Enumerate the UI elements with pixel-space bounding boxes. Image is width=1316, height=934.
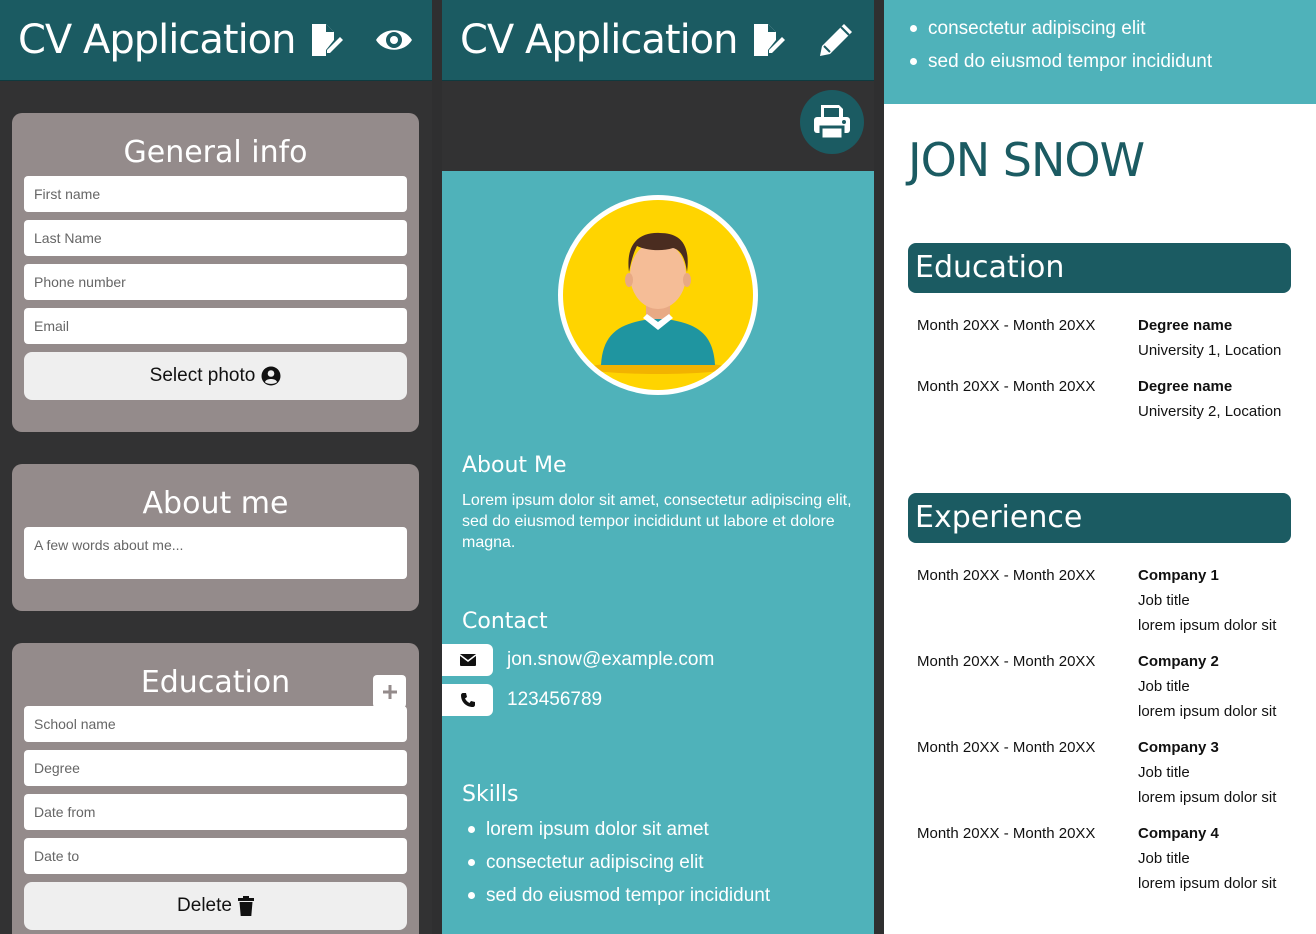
job-description: lorem ipsum dolor sit xyxy=(1138,617,1277,634)
email-field[interactable]: Email xyxy=(24,308,407,344)
phone-icon xyxy=(442,684,493,716)
contact-phone-row: 123456789 xyxy=(442,684,602,716)
file-edit-icon xyxy=(753,24,785,56)
entry-date: Month 20XX - Month 20XX xyxy=(917,567,1096,584)
resume-name: JON SNOW xyxy=(908,133,1145,187)
envelope-icon xyxy=(442,644,493,676)
date-to-field[interactable]: Date to xyxy=(24,838,407,874)
contact-email: jon.snow@example.com xyxy=(507,649,715,670)
avatar xyxy=(558,195,758,395)
skills-list: lorem ipsum dolor sit amet consectetur a… xyxy=(467,813,770,912)
experience-section-header: Experience xyxy=(908,493,1291,543)
first-name-field[interactable]: First name xyxy=(24,176,407,212)
app-title: CV Application xyxy=(18,17,297,63)
user-circle-icon xyxy=(261,366,281,386)
file-edit-icon xyxy=(311,24,343,56)
entry-date: Month 20XX - Month 20XX xyxy=(917,317,1096,334)
top-skills-strip: consectetur adipiscing elit sed do eiusm… xyxy=(884,0,1316,104)
company-name: Company 1 xyxy=(1138,567,1219,584)
about-me-title: About me xyxy=(142,486,289,521)
top-skills-list: consectetur adipiscing elit sed do eiusm… xyxy=(909,12,1212,78)
degree-field[interactable]: Degree xyxy=(24,750,407,786)
company-name: Company 3 xyxy=(1138,739,1219,756)
preview-toolbar xyxy=(442,81,874,171)
delete-education-button[interactable]: Delete xyxy=(24,882,407,930)
job-description: lorem ipsum dolor sit xyxy=(1138,703,1277,720)
education-title: Education xyxy=(140,665,291,700)
skill-item: sed do eiusmod tempor incididunt xyxy=(467,879,770,912)
contact-email-row: jon.snow@example.com xyxy=(442,644,714,676)
job-description: lorem ipsum dolor sit xyxy=(1138,789,1277,806)
pencil-icon[interactable] xyxy=(816,20,856,60)
entry-date: Month 20XX - Month 20XX xyxy=(917,739,1096,756)
general-info-card: General info First name Last Name Phone … xyxy=(12,113,419,432)
person-avatar-icon xyxy=(588,232,728,374)
plus-icon xyxy=(382,684,397,699)
school-name-field[interactable]: School name xyxy=(24,706,407,742)
skills-heading: Skills xyxy=(462,782,519,807)
company-name: Company 2 xyxy=(1138,653,1219,670)
delete-label: Delete xyxy=(177,895,232,916)
skill-item: consectetur adipiscing elit xyxy=(467,846,770,879)
trash-icon xyxy=(237,896,254,916)
entry-date: Month 20XX - Month 20XX xyxy=(917,378,1096,395)
skill-item: consectetur adipiscing elit xyxy=(909,12,1212,45)
degree-name: Degree name xyxy=(1138,378,1233,395)
phone-field[interactable]: Phone number xyxy=(24,264,407,300)
skill-item: lorem ipsum dolor sit amet xyxy=(467,813,770,846)
select-photo-label: Select photo xyxy=(149,365,256,386)
about-me-text: Lorem ipsum dolor sit amet, consectetur … xyxy=(462,492,852,551)
preview-header: CV Application xyxy=(442,0,874,81)
select-photo-button[interactable]: Select photo xyxy=(24,352,407,400)
cv-sidebar: About Me Lorem ipsum dolor sit amet, con… xyxy=(442,171,874,934)
education-section-header: Education xyxy=(908,243,1291,293)
app-header: CV Application xyxy=(0,0,432,81)
contact-phone: 123456789 xyxy=(507,689,603,710)
add-education-button[interactable] xyxy=(373,675,406,708)
about-me-card: About me A few words about me... xyxy=(12,464,419,611)
job-description: lorem ipsum dolor sit xyxy=(1138,875,1277,892)
about-me-heading: About Me xyxy=(462,453,567,478)
preview-app-title: CV Application xyxy=(460,17,739,63)
resume-panel: consectetur adipiscing elit sed do eiusm… xyxy=(884,0,1316,934)
school-location: University 2, Location xyxy=(1138,403,1282,420)
job-title: Job title xyxy=(1138,850,1190,867)
last-name-field[interactable]: Last Name xyxy=(24,220,407,256)
contact-heading: Contact xyxy=(462,609,548,634)
job-title: Job title xyxy=(1138,592,1190,609)
job-title: Job title xyxy=(1138,764,1190,781)
company-name: Company 4 xyxy=(1138,825,1219,842)
entry-date: Month 20XX - Month 20XX xyxy=(917,653,1096,670)
skill-item: sed do eiusmod tempor incididunt xyxy=(909,45,1212,78)
entry-date: Month 20XX - Month 20XX xyxy=(917,825,1096,842)
editor-panel: CV Application General info First name L… xyxy=(0,0,432,934)
preview-panel: CV Application About Me Lorem ipsum dolo… xyxy=(442,0,874,934)
date-from-field[interactable]: Date from xyxy=(24,794,407,830)
education-card: Education School name Degree Date from D… xyxy=(12,643,419,934)
print-button[interactable] xyxy=(800,90,864,154)
general-info-title: General info xyxy=(123,135,308,170)
degree-name: Degree name xyxy=(1138,317,1233,334)
eye-icon[interactable] xyxy=(374,20,414,60)
school-location: University 1, Location xyxy=(1138,342,1282,359)
print-icon xyxy=(814,105,850,141)
about-me-textarea[interactable]: A few words about me... xyxy=(24,527,407,579)
job-title: Job title xyxy=(1138,678,1190,695)
